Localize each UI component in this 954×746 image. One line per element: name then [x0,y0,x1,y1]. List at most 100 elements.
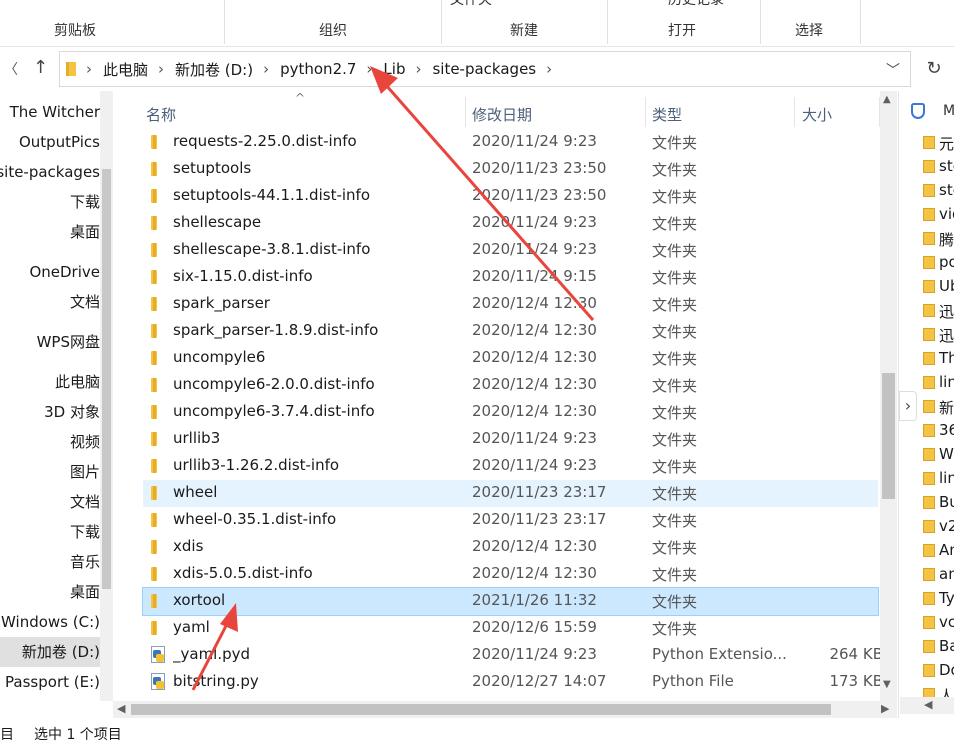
scroll-up-icon[interactable]: ▲ [883,94,891,105]
adjacent-list-item[interactable]: 元 [923,131,954,155]
adjacent-list-item[interactable]: an [923,563,954,587]
adjacent-list-item[interactable]: Ba [923,635,954,659]
file-row[interactable]: six-1.15.0.dist-info 2020/11/24 9:15 文件夹 [143,264,878,291]
file-row[interactable]: setuptools-44.1.1.dist-info 2020/11/23 23… [143,183,878,210]
file-row[interactable]: shellescape-3.8.1.dist-info 2020/11/24 9:… [143,237,878,264]
nav-item[interactable]: WPS网盘 [0,327,100,357]
nav-item[interactable]: site-packages [0,157,100,187]
chevron-right-icon[interactable]: › [546,60,552,78]
nav-item[interactable]: Windows (C:) [0,607,100,637]
adjacent-list-item[interactable]: po [923,251,954,275]
nav-item[interactable]: 文档 [0,287,100,317]
adjacent-list-item[interactable]: 36 [923,419,954,443]
file-row[interactable]: uncompyle6-3.7.4.dist-info 2020/12/4 12:3… [143,399,878,426]
breadcrumb-site-packages[interactable]: site-packages [432,60,536,78]
nav-item[interactable]: The Witcher [0,97,100,127]
file-row[interactable]: setuptools 2020/11/23 23:50 文件夹 [143,156,878,183]
recent-locations-icon[interactable]: 〈 [4,59,18,79]
column-divider[interactable] [794,97,795,127]
nav-item[interactable]: 桌面 [0,217,100,247]
file-row[interactable]: bitstring.py 2020/12/27 14:07 Python File 1… [143,669,880,696]
adjacent-list-item[interactable]: Ty [923,587,954,611]
breadcrumb-lib[interactable]: Lib [383,60,405,78]
file-row[interactable]: spark_parser 2020/12/4 12:30 文件夹 [143,291,878,318]
adjacent-list-item[interactable]: W [923,443,954,467]
adjacent-list-item[interactable]: 新 [923,395,954,419]
column-divider[interactable] [465,97,466,127]
nav-item[interactable]: 桌面 [0,577,100,607]
nav-scrollbar-thumb[interactable] [102,169,111,589]
file-row[interactable]: uncompyle6 2020/12/4 12:30 文件夹 [143,345,878,372]
up-arrow-icon[interactable]: ↑ [33,57,48,78]
nav-item[interactable]: 此电脑 [0,367,100,397]
file-row[interactable]: spark_parser-1.8.9.dist-info 2020/12/4 12… [143,318,878,345]
file-row[interactable]: xdis 2020/12/4 12:30 文件夹 [143,534,878,561]
column-header-type[interactable]: 类型 [652,104,682,125]
chevron-right-icon[interactable]: › [86,60,92,78]
file-list-scrollbar[interactable]: ▲ ▼ [880,91,897,701]
breadcrumb-drive-d[interactable]: 新加卷 (D:) [175,59,253,80]
chevron-right-icon[interactable]: › [415,60,421,78]
adjacent-list-item[interactable]: ste [923,155,954,179]
adjacent-list-item[interactable]: v2 [923,515,954,539]
adjacent-list-item[interactable]: lin [923,371,954,395]
scroll-left-icon[interactable]: ◀ [117,702,125,715]
ribbon-folder-label[interactable]: 文件夹 [450,0,492,9]
adjacent-list-item[interactable]: Bu [923,491,954,515]
nav-item[interactable]: 下载 [0,187,100,217]
nav-item[interactable]: OutputPics [0,127,100,157]
chevron-right-icon[interactable]: › [899,391,917,421]
chevron-right-icon[interactable]: › [158,60,164,78]
column-divider[interactable] [645,97,646,127]
nav-item[interactable]: 新加卷 (D:) [0,637,100,667]
scroll-right-icon[interactable]: ▶ [881,702,889,715]
file-row[interactable]: xdis-5.0.5.dist-info 2020/12/4 12:30 文件夹 [143,561,878,588]
adjacent-list-item[interactable]: vid [923,203,954,227]
address-bar[interactable]: › 此电脑 › 新加卷 (D:) › python2.7 › Lib › sit… [59,51,911,87]
nav-scrollbar[interactable] [100,91,113,701]
scrollbar-thumb[interactable] [882,373,895,499]
ribbon-history-label[interactable]: 历史记录 [668,0,724,9]
file-row[interactable]: yaml 2020/12/6 15:59 文件夹 [143,615,878,642]
file-row[interactable]: wheel 2020/11/23 23:17 文件夹 [143,480,878,507]
scroll-left-icon[interactable]: ◀ [924,698,932,711]
file-row[interactable]: wheel-0.35.1.dist-info 2020/11/23 23:17 文件… [143,507,878,534]
refresh-icon[interactable]: ↻ [917,53,951,85]
adjacent-list-item[interactable]: lin [923,467,954,491]
scroll-down-icon[interactable]: ▼ [883,679,891,690]
nav-item[interactable]: OneDrive [0,257,100,287]
nav-item[interactable]: 图片 [0,457,100,487]
nav-item[interactable]: 下载 [0,517,100,547]
file-row[interactable]: shellescape 2020/11/24 9:23 文件夹 [143,210,878,237]
file-row[interactable]: urllib3-1.26.2.dist-info 2020/11/24 9:23 文… [143,453,878,480]
adjacent-window-header-text[interactable]: M [943,103,954,119]
nav-item[interactable]: 视频 [0,427,100,457]
adjacent-list-item[interactable]: Th [923,347,954,371]
chevron-right-icon[interactable]: › [366,60,372,78]
column-header-name[interactable]: 名称 [146,104,176,125]
file-row[interactable]: uncompyle6-2.0.0.dist-info 2020/12/4 12:3… [143,372,878,399]
nav-item[interactable]: 3D 对象 [0,397,100,427]
adjacent-list-item[interactable]: Ub [923,275,954,299]
breadcrumb-python27[interactable]: python2.7 [280,60,356,78]
nav-item[interactable]: 文档 [0,487,100,517]
adjacent-list-item[interactable]: Do [923,659,954,683]
adjacent-hscrollbar[interactable]: ◀ [900,697,954,714]
chevron-right-icon[interactable]: › [263,60,269,78]
file-row[interactable]: urllib3 2020/11/24 9:23 文件夹 [143,426,878,453]
adjacent-list-item[interactable]: vc [923,611,954,635]
hscrollbar-thumb[interactable] [131,704,831,715]
file-row[interactable]: requests-2.25.0.dist-info 2020/11/24 9:23… [143,129,878,156]
column-header-date[interactable]: 修改日期 [472,104,532,125]
file-row[interactable]: _yaml.pyd 2020/11/24 9:23 Python Extensio.… [143,642,880,669]
adjacent-list-item[interactable]: 迅 [923,323,954,347]
file-row[interactable]: xortool 2021/1/26 11:32 文件夹 [142,587,879,616]
nav-item[interactable]: My Passport (E:) [0,667,100,697]
file-list-hscrollbar[interactable]: ◀ ▶ [113,701,897,718]
adjacent-list-item[interactable]: 迅 [923,299,954,323]
adjacent-list-item[interactable]: ste [923,179,954,203]
nav-item[interactable]: 音乐 [0,547,100,577]
adjacent-list-item[interactable]: An [923,539,954,563]
adjacent-list-item[interactable]: 腾 [923,227,954,251]
chevron-down-icon[interactable]: ﹀ [886,60,900,80]
